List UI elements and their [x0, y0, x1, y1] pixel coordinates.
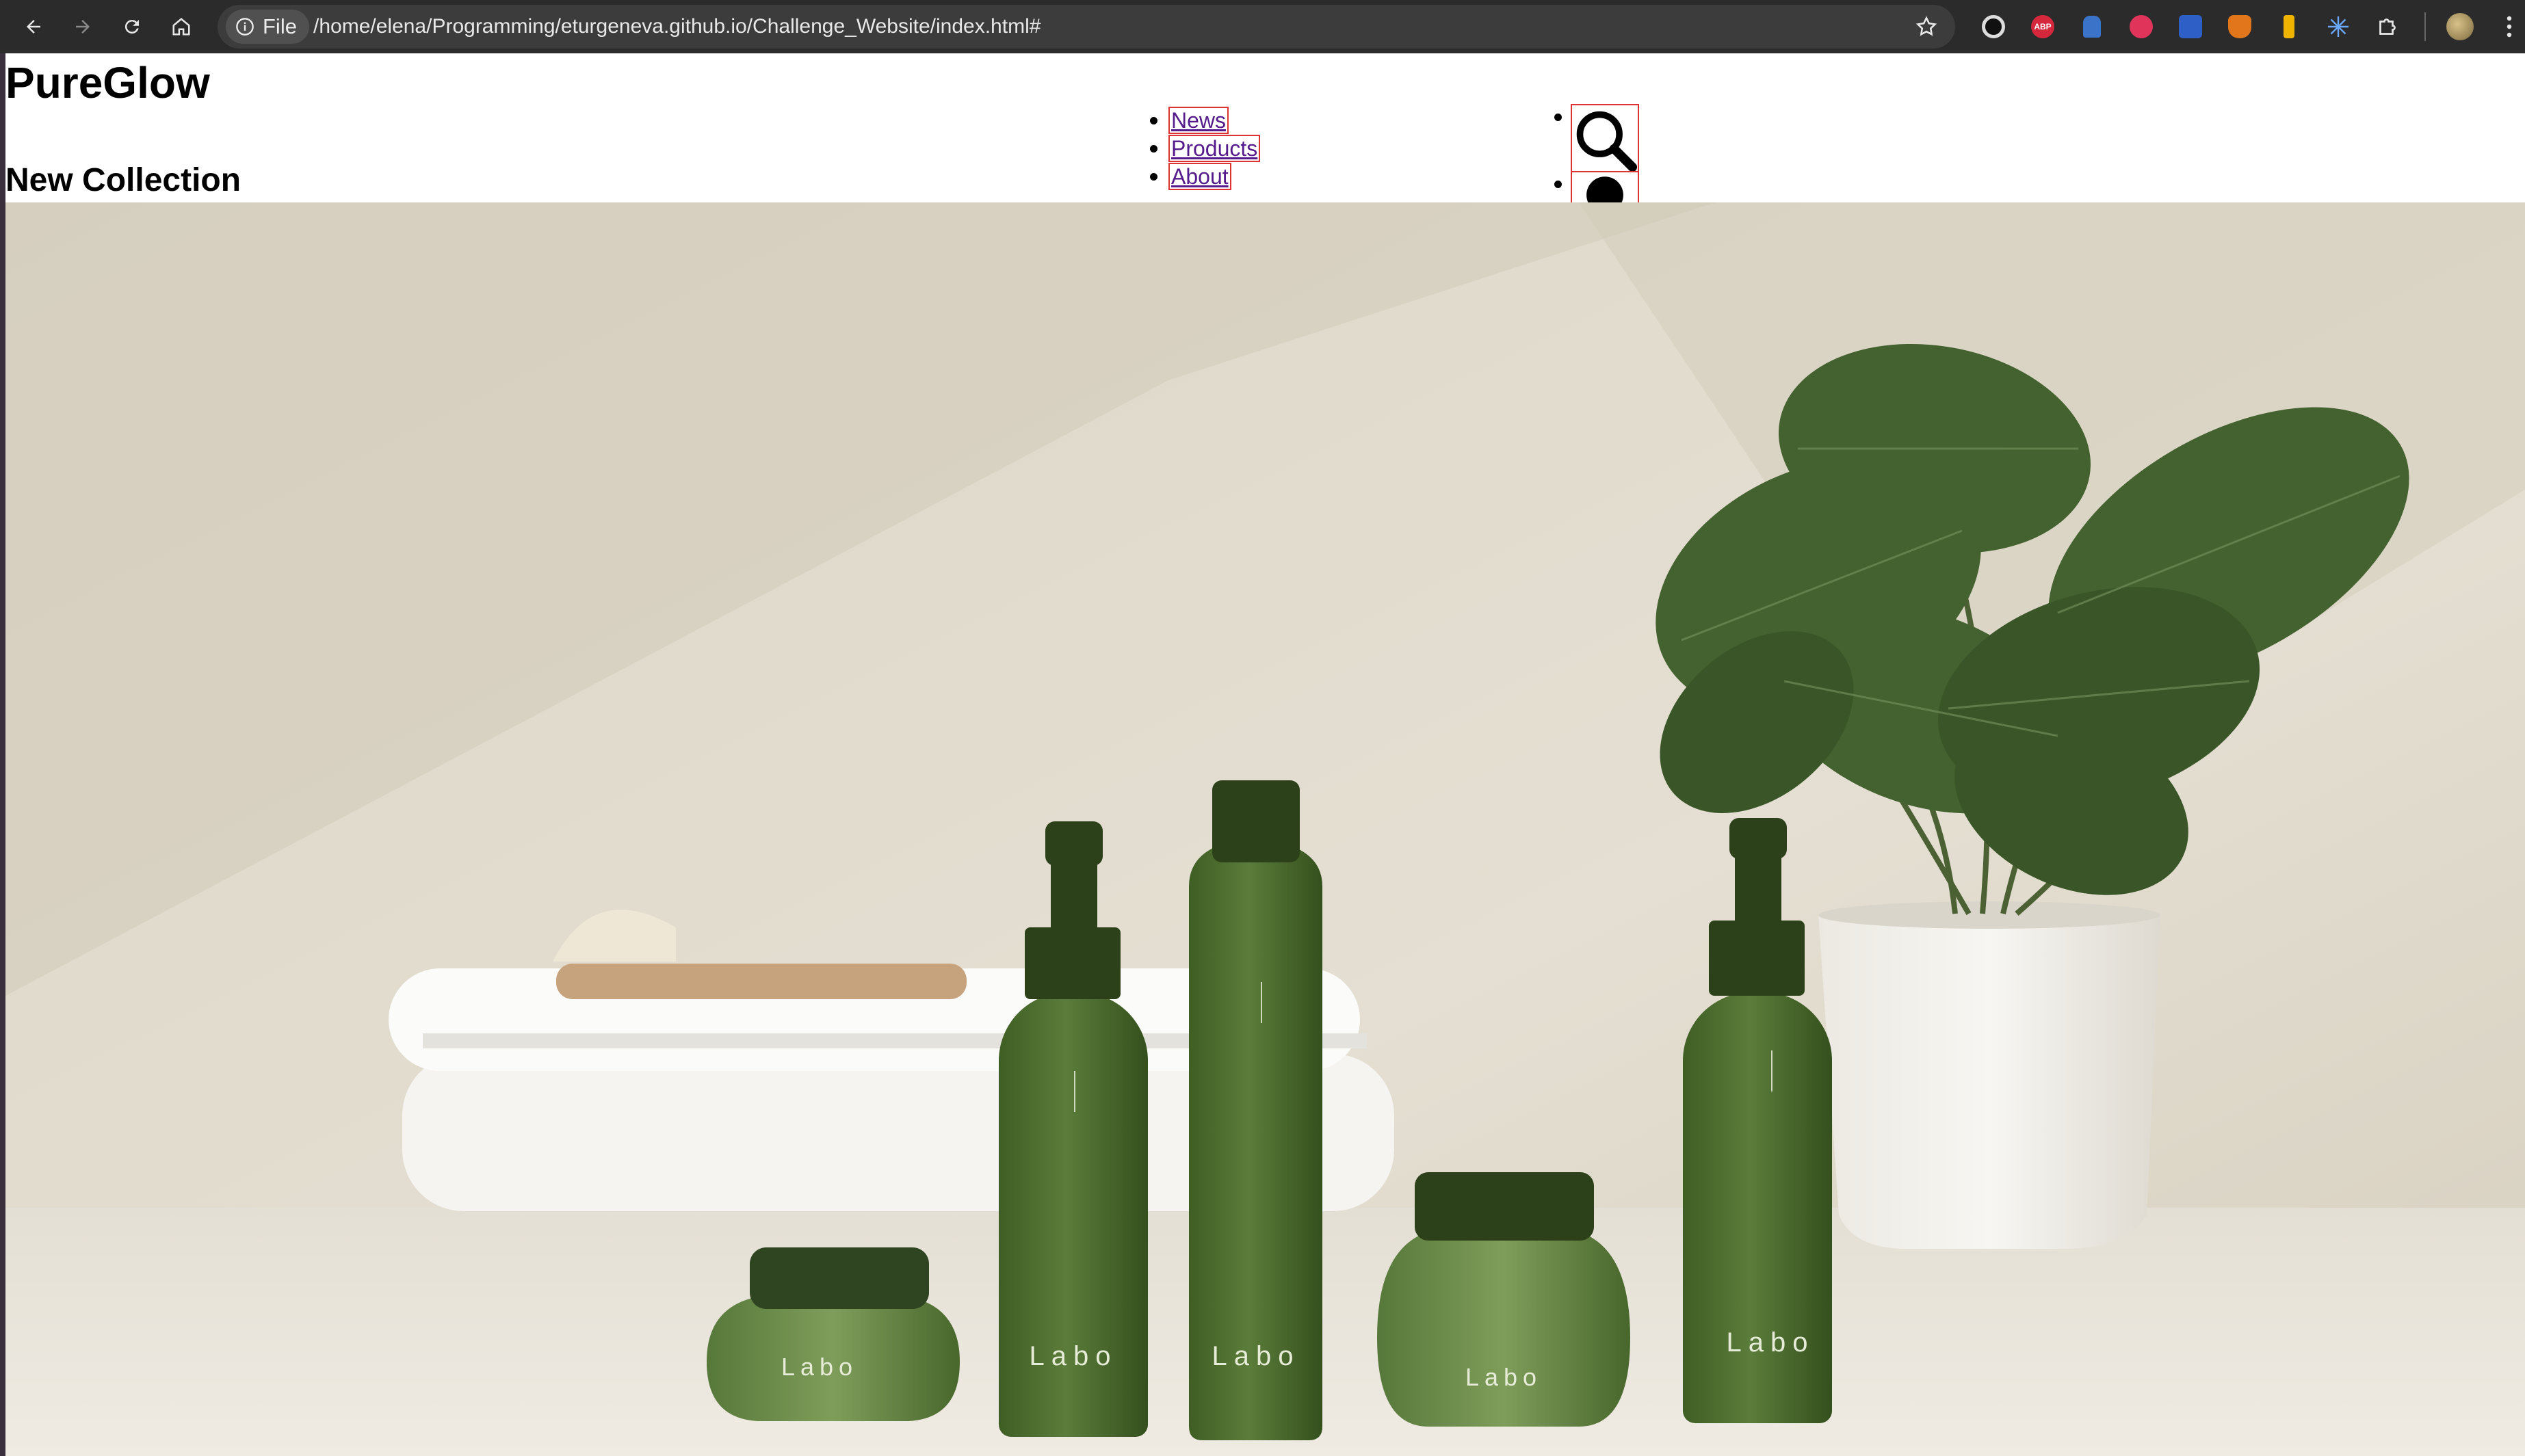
nav-item-products: Products: [1149, 135, 1261, 163]
nav-item-news: News: [1149, 107, 1260, 135]
url-text[interactable]: /home/elena/Programming/eturgeneva.githu…: [313, 5, 1041, 49]
svg-text:Labo: Labo: [781, 1353, 858, 1381]
key-ext-icon[interactable]: [2273, 10, 2305, 43]
search-button[interactable]: [1554, 104, 1639, 172]
site-info-chip[interactable]: File: [226, 10, 309, 44]
reload-button[interactable]: [114, 8, 151, 45]
site-header: PureGlow New Collection News Products Ab…: [5, 53, 2525, 313]
circle-ext-icon[interactable]: [1977, 10, 2010, 43]
fox-ext-icon[interactable]: [2223, 10, 2256, 43]
svg-text:Labo: Labo: [1465, 1363, 1542, 1391]
menu-button[interactable]: [2493, 10, 2525, 43]
nav-item-about: About: [1149, 163, 1260, 191]
svg-text:Labo: Labo: [1030, 1341, 1118, 1371]
browser-toolbar: File /home/elena/Programming/eturgeneva.…: [0, 0, 2525, 53]
abp-ext-icon[interactable]: ABP: [2026, 10, 2059, 43]
collection-heading: New Collection: [5, 162, 241, 198]
svg-text:Labo: Labo: [1727, 1327, 1815, 1358]
toolbar-divider: [2424, 12, 2426, 41]
file-chip-label: File: [263, 14, 297, 38]
bottle-2: Labo: [1189, 780, 1322, 1440]
jar-large-center: Labo: [1377, 1172, 1630, 1427]
page-viewport: PureGlow New Collection News Products Ab…: [5, 53, 2525, 1456]
forward-button[interactable]: [64, 8, 101, 45]
main-nav: News Products About: [1149, 107, 1261, 191]
arrow-left-icon: [27, 20, 40, 34]
pocket-ext-icon[interactable]: [2125, 10, 2158, 43]
window-edge: [0, 53, 5, 1456]
sparkle-ext-icon[interactable]: [2322, 10, 2355, 43]
address-bar[interactable]: File /home/elena/Programming/eturgeneva.…: [218, 5, 1955, 49]
puzzle-ext-icon[interactable]: [2371, 10, 2404, 43]
nav-link-news[interactable]: News: [1168, 107, 1229, 134]
hero-photo: Labo Labo Labo Labo Labo: [5, 202, 2525, 1456]
star-icon: [1915, 16, 1937, 36]
kebab-menu-icon: [2507, 16, 2512, 38]
home-button[interactable]: [163, 8, 200, 45]
bitwarden-ext-icon[interactable]: [2174, 10, 2207, 43]
home-icon: [172, 18, 190, 36]
nav-link-products[interactable]: Products: [1168, 135, 1261, 162]
reload-icon: [125, 20, 139, 34]
profile-avatar[interactable]: [2444, 10, 2476, 43]
ghost-ext-icon[interactable]: [2076, 10, 2108, 43]
back-button[interactable]: [15, 8, 52, 45]
search-icon: [1576, 111, 1638, 172]
bookmark-button[interactable]: [1911, 12, 1941, 42]
brand-title: PureGlow: [5, 58, 210, 107]
nav-link-about[interactable]: About: [1168, 163, 1231, 190]
hero-image: Labo Labo Labo Labo Labo: [5, 202, 2525, 1456]
svg-text:Labo: Labo: [1212, 1341, 1300, 1371]
arrow-right-icon: [76, 20, 90, 34]
info-icon: [236, 18, 254, 36]
